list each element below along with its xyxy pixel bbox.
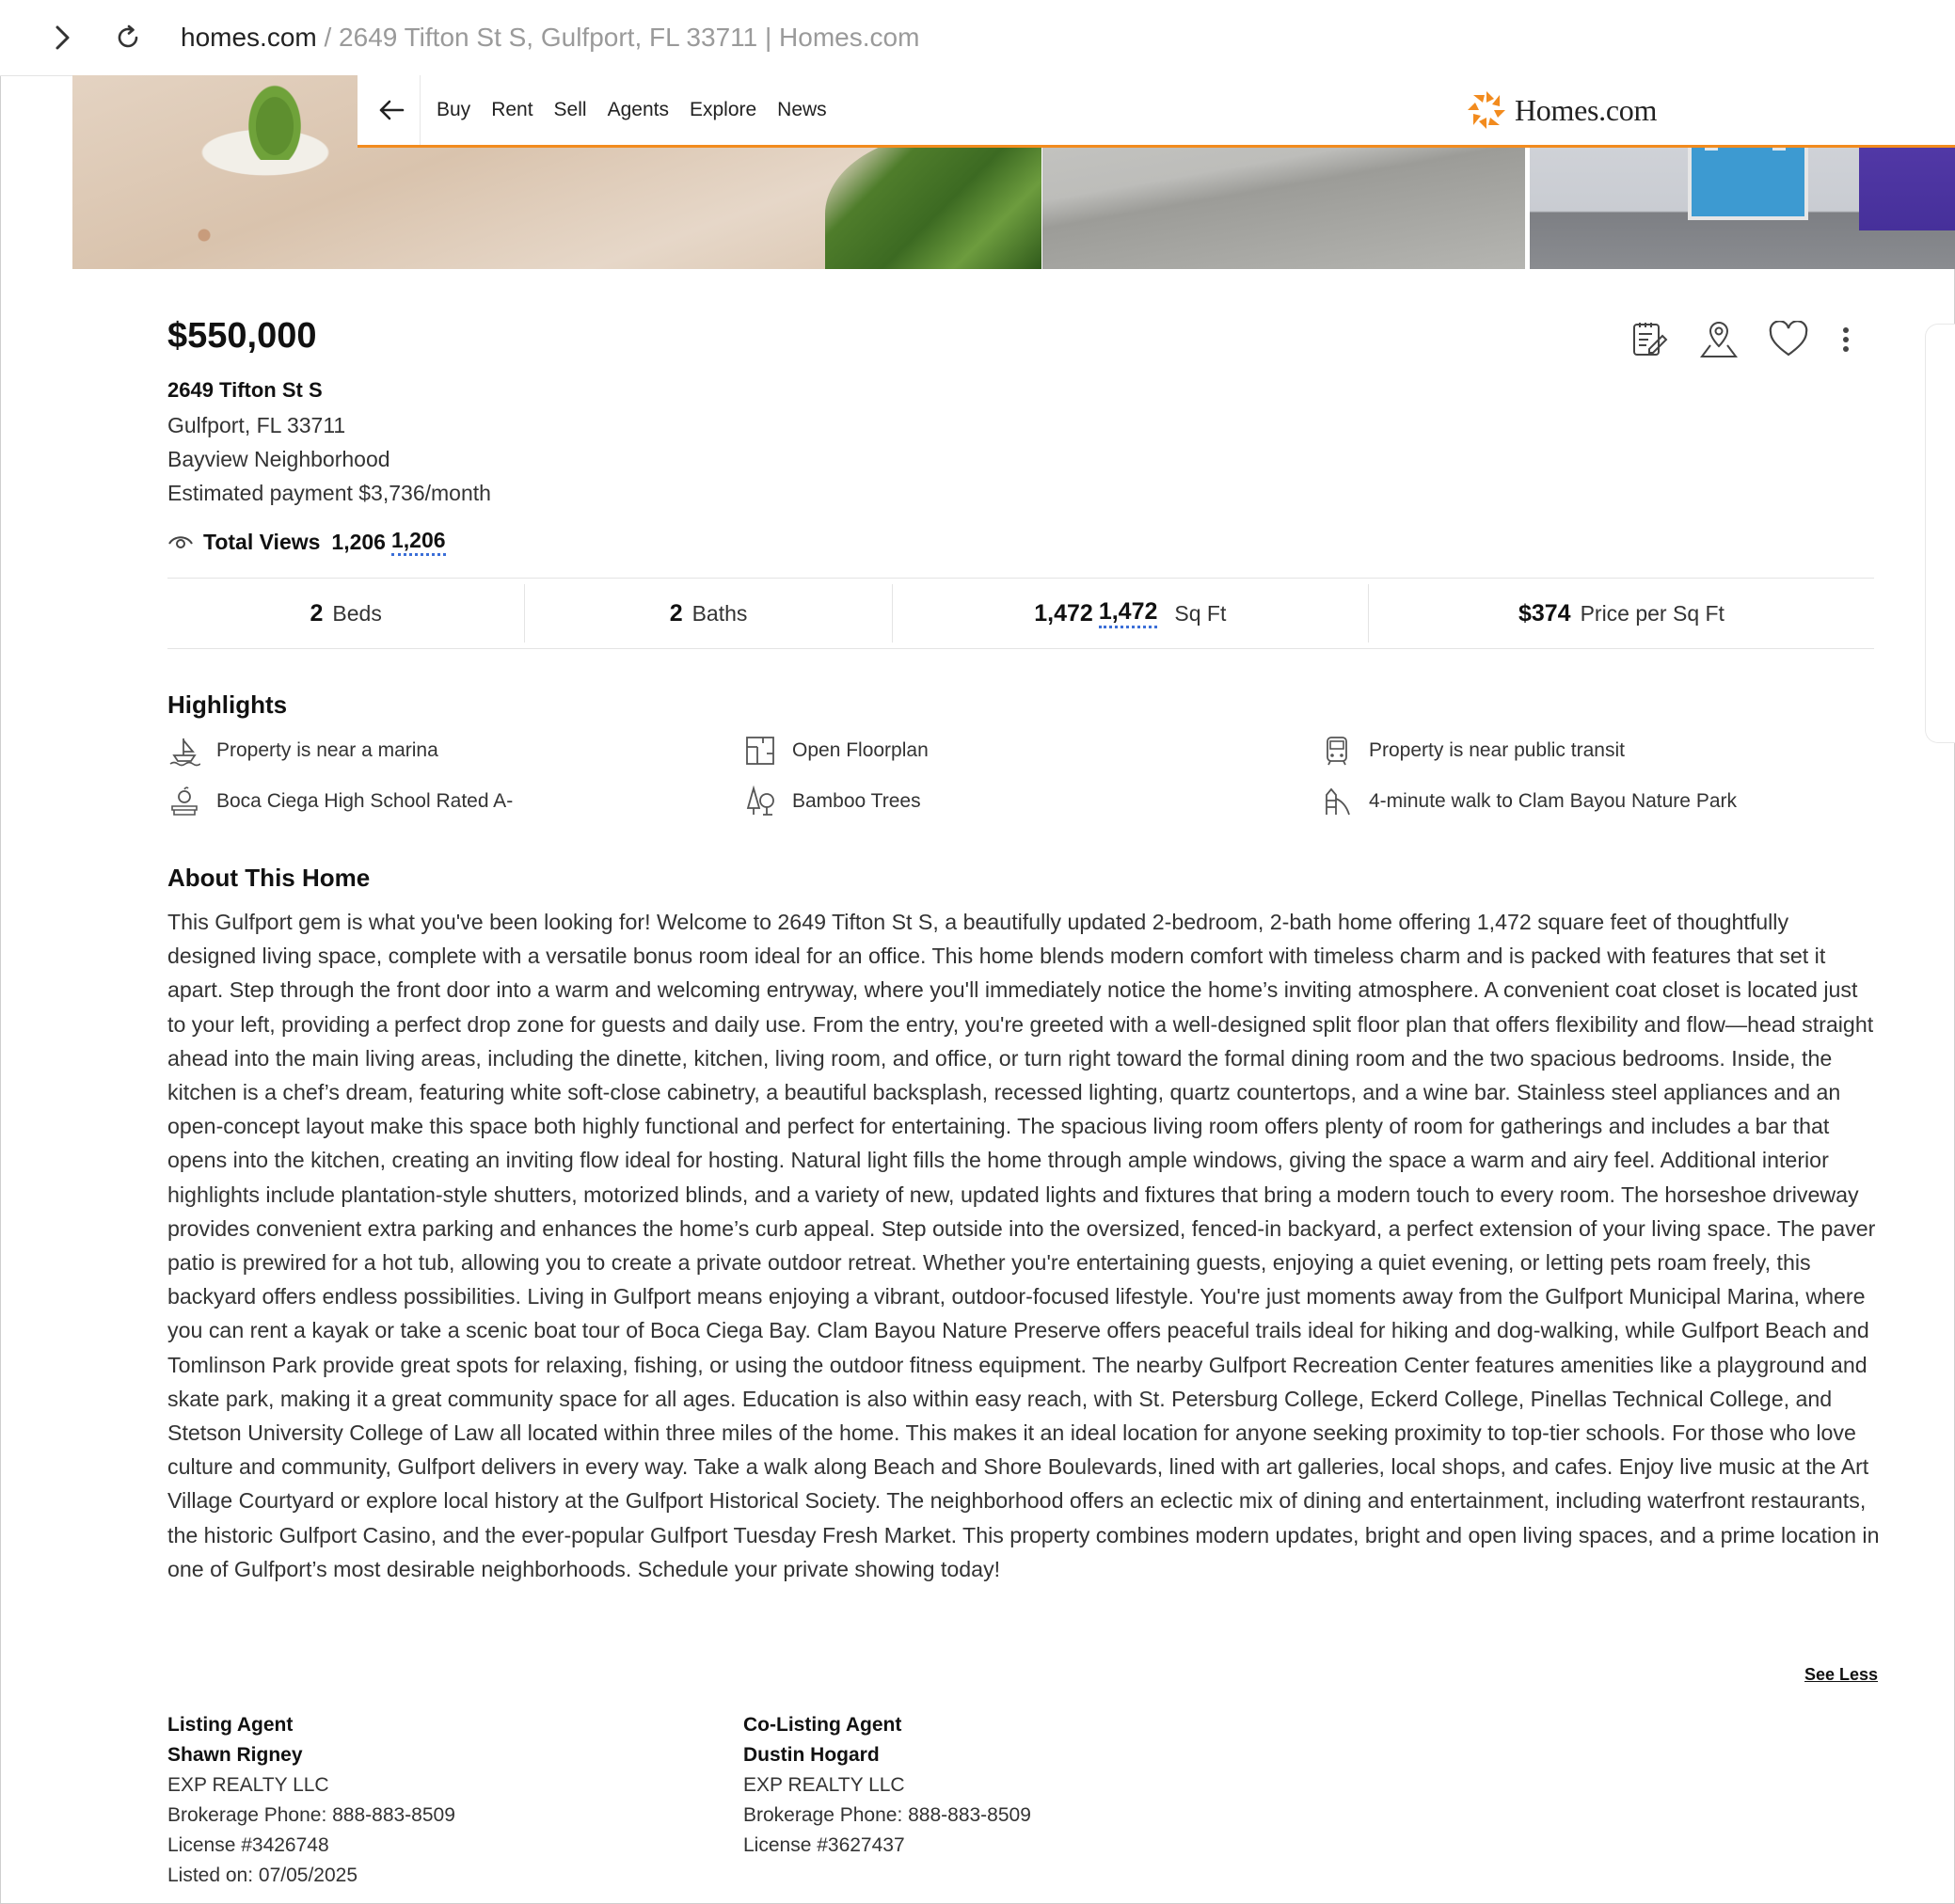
homes-logo[interactable]: Homes.com bbox=[1466, 88, 1657, 132]
map-button[interactable] bbox=[1695, 316, 1742, 363]
highlight-label: Open Floorplan bbox=[792, 739, 929, 761]
nav-sell[interactable]: Sell bbox=[554, 99, 587, 121]
ppsf-value: $374 bbox=[1518, 599, 1571, 627]
stat-sqft: 1,472 1,472 Sq Ft bbox=[893, 584, 1369, 643]
ppsf-label: Price per Sq Ft bbox=[1580, 600, 1725, 626]
nav-news[interactable]: News bbox=[777, 99, 827, 121]
eye-icon bbox=[168, 536, 193, 548]
highlight-label: 4-minute walk to Clam Bayou Nature Park bbox=[1369, 790, 1737, 812]
nav-buy[interactable]: Buy bbox=[437, 99, 470, 121]
baths-label: Baths bbox=[691, 600, 748, 626]
url-host: homes.com bbox=[181, 23, 317, 52]
back-button[interactable] bbox=[374, 93, 408, 127]
co-listing-agent-phone: Brokerage Phone: 888-883-8509 bbox=[743, 1804, 1031, 1826]
listing-agent-card: Listing Agent Shawn Rigney EXP REALTY LL… bbox=[167, 1710, 455, 1891]
site-nav: Buy Rent Sell Agents Explore News Homes.… bbox=[358, 75, 1955, 148]
total-views-label: Total Views bbox=[203, 529, 321, 554]
homes-logo-icon bbox=[1468, 91, 1505, 129]
listing-agent-name[interactable]: Shawn Rigney bbox=[167, 1740, 455, 1770]
heart-icon bbox=[1769, 321, 1808, 357]
city-state-zip: Gulfport, FL 33711 bbox=[167, 413, 346, 437]
highlight-item: Boca Ciega High School Rated A- bbox=[167, 783, 513, 820]
highlight-label: Boca Ciega High School Rated A- bbox=[216, 790, 514, 812]
listing-agent-heading: Listing Agent bbox=[167, 1714, 294, 1736]
estimated-payment[interactable]: Estimated payment $3,736/month bbox=[167, 481, 491, 506]
street-address: 2649 Tifton St S bbox=[167, 378, 323, 402]
total-views: Total Views 1,206 1,206 bbox=[167, 527, 446, 557]
highlight-item: Bamboo Trees bbox=[743, 783, 921, 820]
highlight-item: Property is near a marina bbox=[167, 732, 438, 770]
floorplan-icon bbox=[743, 734, 777, 768]
highlight-label: Property is near a marina bbox=[216, 739, 438, 761]
sqft-label: Sq Ft bbox=[1174, 600, 1227, 626]
co-listing-agent-brokerage: EXP REALTY LLC bbox=[743, 1774, 905, 1796]
highlight-item: Open Floorplan bbox=[743, 732, 929, 770]
arrow-left-icon bbox=[379, 100, 405, 120]
stats-bar: 2 Beds 2 Baths 1,472 1,472 Sq Ft $374 Price p… bbox=[167, 578, 1874, 649]
highlight-item: Property is near public transit bbox=[1320, 732, 1625, 770]
notes-button[interactable] bbox=[1626, 316, 1673, 363]
nav-rent[interactable]: Rent bbox=[491, 99, 532, 121]
nav-explore[interactable]: Explore bbox=[690, 99, 756, 121]
reload-button[interactable] bbox=[111, 21, 145, 55]
co-listing-agent-name[interactable]: Dustin Hogard bbox=[743, 1740, 1031, 1770]
transit-icon bbox=[1320, 734, 1354, 768]
about-description: This Gulfport gem is what you've been lo… bbox=[167, 910, 1880, 1581]
nav-divider bbox=[420, 75, 421, 145]
notes-edit-icon bbox=[1633, 323, 1668, 356]
stat-beds: 2 Beds bbox=[167, 584, 526, 643]
browser-toolbar: homes.com / 2649 Tifton St S, Gulfport, … bbox=[0, 0, 1955, 76]
about-title: About This Home bbox=[167, 864, 371, 892]
logo-text: Homes.com bbox=[1515, 92, 1658, 127]
favorite-button[interactable] bbox=[1765, 316, 1812, 363]
trees-icon bbox=[743, 785, 777, 818]
listing-price: $550,000 bbox=[167, 316, 317, 356]
listing-agent-brokerage: EXP REALTY LLC bbox=[167, 1774, 329, 1796]
beds-value: 2 bbox=[310, 599, 324, 627]
nav-agents[interactable]: Agents bbox=[608, 99, 669, 121]
reload-icon bbox=[118, 24, 138, 48]
highlight-item: 4-minute walk to Clam Bayou Nature Park bbox=[1320, 783, 1737, 820]
see-less-link[interactable]: See Less bbox=[1804, 1665, 1878, 1685]
total-views-value-link[interactable]: 1,206 bbox=[390, 528, 446, 556]
baths-value: 2 bbox=[669, 599, 683, 627]
url-path: / 2649 Tifton St S, Gulfport, FL 33711 |… bbox=[316, 23, 920, 52]
neighborhood[interactable]: Bayview Neighborhood bbox=[167, 447, 390, 472]
chevron-right-icon bbox=[56, 25, 70, 50]
highlight-label: Bamboo Trees bbox=[792, 790, 921, 812]
sqft-value-link[interactable]: 1,472 bbox=[1098, 598, 1158, 628]
listed-on-date: Listed on: 07/05/2025 bbox=[167, 1864, 358, 1886]
listing-agent-license: License #3426748 bbox=[167, 1834, 329, 1856]
co-listing-agent-license: License #3627437 bbox=[743, 1834, 905, 1856]
sqft-value: 1,472 bbox=[1034, 599, 1093, 627]
listing-agent-phone: Brokerage Phone: 888-883-8509 bbox=[167, 1804, 455, 1826]
co-listing-agent-heading: Co-Listing Agent bbox=[743, 1714, 902, 1736]
stat-price-per-sqft: $374 Price per Sq Ft bbox=[1369, 584, 1874, 643]
address-bar[interactable]: homes.com / 2649 Tifton St S, Gulfport, … bbox=[181, 21, 919, 55]
school-icon bbox=[167, 785, 201, 818]
stat-baths: 2 Baths bbox=[525, 584, 893, 643]
side-panel-edge[interactable] bbox=[1925, 324, 1955, 743]
nav-links: Buy Rent Sell Agents Explore News bbox=[437, 75, 848, 145]
marina-icon bbox=[167, 734, 201, 768]
total-views-value: 1,206 bbox=[331, 529, 386, 554]
playground-icon bbox=[1320, 785, 1354, 818]
more-options-button[interactable] bbox=[1835, 316, 1857, 363]
map-pin-icon bbox=[1700, 321, 1738, 357]
highlight-label: Property is near public transit bbox=[1369, 739, 1625, 761]
highlights-title: Highlights bbox=[167, 690, 288, 719]
beds-label: Beds bbox=[332, 600, 382, 626]
forward-button[interactable] bbox=[47, 21, 79, 55]
listing-actions bbox=[1626, 316, 1857, 363]
co-listing-agent-card: Co-Listing Agent Dustin Hogard EXP REALT… bbox=[743, 1710, 1031, 1861]
more-vertical-icon bbox=[1843, 327, 1849, 352]
